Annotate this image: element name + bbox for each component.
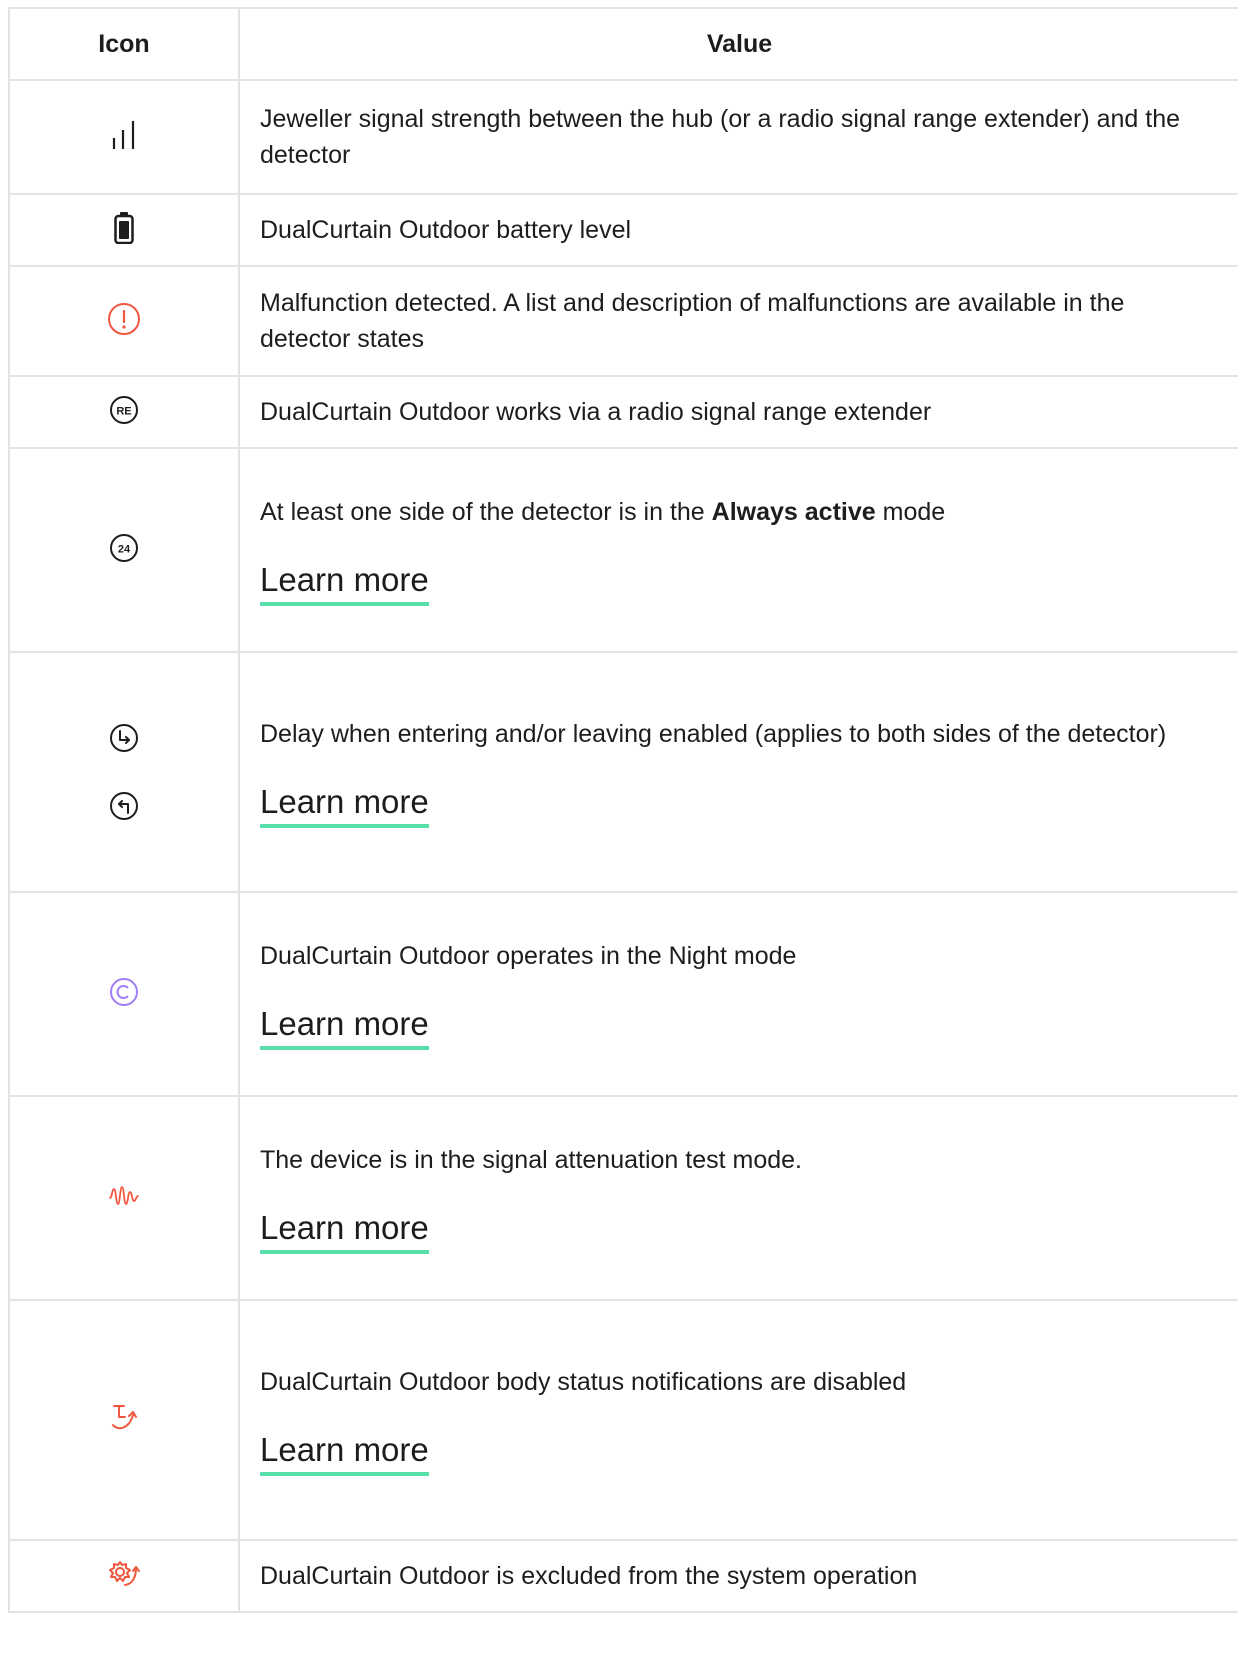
range-extender-icon-label: RE (116, 405, 131, 417)
table-row: Malfunction detected. A list and descrip… (8, 265, 1238, 377)
table-row: 24 At least one side of the detector is … (8, 447, 1238, 653)
row-description: At least one side of the detector is in … (260, 494, 1219, 530)
icon-cell (8, 79, 240, 195)
malfunction-icon (107, 302, 141, 336)
icon-cell (8, 1095, 240, 1301)
always-active-icon: 24 (109, 533, 139, 563)
learn-more-link[interactable]: Learn more (260, 782, 429, 828)
value-cell: DualCurtain Outdoor body status notifica… (238, 1299, 1238, 1541)
row-description: DualCurtain Outdoor battery level (260, 216, 632, 244)
signal-strength-icon (111, 120, 137, 150)
row-description: Delay when entering and/or leaving enabl… (260, 720, 1167, 748)
row-description: Jeweller signal strength between the hub… (260, 105, 1181, 169)
icons-table: Icon Value Jeweller signal strength betw… (8, 7, 1238, 1613)
table-row: DualCurtain Outdoor operates in the Nigh… (8, 891, 1238, 1097)
value-cell: The device is in the signal attenuation … (238, 1095, 1238, 1301)
always-active-mode-label: Always active (711, 498, 876, 526)
description-text: mode (875, 498, 946, 526)
value-cell: DualCurtain Outdoor operates in the Nigh… (238, 891, 1238, 1097)
row-description: Malfunction detected. A list and descrip… (260, 289, 1125, 353)
always-active-icon-label: 24 (118, 543, 131, 555)
learn-more-link[interactable]: Learn more (260, 1208, 429, 1254)
entry-delay-icon (109, 723, 139, 753)
learn-more-link[interactable]: Learn more (260, 1430, 429, 1476)
table-row: DualCurtain Outdoor battery level (8, 193, 1238, 267)
value-cell: Malfunction detected. A list and descrip… (238, 265, 1238, 377)
night-mode-icon (109, 977, 139, 1007)
value-cell: Delay when entering and/or leaving enabl… (238, 651, 1238, 893)
row-description: DualCurtain Outdoor works via a radio si… (260, 398, 932, 426)
exit-delay-icon (109, 791, 139, 821)
learn-more-link[interactable]: Learn more (260, 1004, 429, 1050)
icon-cell (8, 193, 240, 267)
learn-more-link[interactable]: Learn more (260, 560, 429, 606)
body-status-disabled-icon (109, 1403, 139, 1433)
battery-icon (114, 211, 134, 244)
icon-cell: 24 (8, 447, 240, 653)
value-cell: DualCurtain Outdoor works via a radio si… (238, 375, 1238, 449)
entry-exit-delay-icons (10, 723, 238, 821)
row-description: DualCurtain Outdoor is excluded from the… (260, 1562, 918, 1590)
description-text: At least one side of the detector is in … (260, 498, 712, 526)
value-cell: DualCurtain Outdoor is excluded from the… (238, 1539, 1238, 1613)
table-header-row: Icon Value (8, 7, 1238, 81)
value-column-header: Value (238, 7, 1238, 81)
row-description: DualCurtain Outdoor operates in the Nigh… (260, 942, 797, 970)
excluded-from-system-icon (107, 1559, 141, 1589)
table-row: DualCurtain Outdoor is excluded from the… (8, 1539, 1238, 1613)
icon-column-header: Icon (8, 7, 240, 81)
icon-cell (8, 651, 240, 893)
row-description: DualCurtain Outdoor body status notifica… (260, 1368, 907, 1396)
icon-cell (8, 265, 240, 377)
icon-cell (8, 1299, 240, 1541)
attenuation-test-icon (109, 1184, 139, 1208)
row-description: The device is in the signal attenuation … (260, 1146, 802, 1174)
value-cell: Jeweller signal strength between the hub… (238, 79, 1238, 195)
icon-cell (8, 1539, 240, 1613)
table-row: RE DualCurtain Outdoor works via a radio… (8, 375, 1238, 449)
table-row: The device is in the signal attenuation … (8, 1095, 1238, 1301)
table-row: Jeweller signal strength between the hub… (8, 79, 1238, 195)
value-cell: DualCurtain Outdoor battery level (238, 193, 1238, 267)
icon-cell (8, 891, 240, 1097)
table-row: DualCurtain Outdoor body status notifica… (8, 1299, 1238, 1541)
range-extender-icon: RE (109, 395, 139, 425)
value-cell: At least one side of the detector is in … (238, 447, 1238, 653)
icon-cell: RE (8, 375, 240, 449)
table-row: Delay when entering and/or leaving enabl… (8, 651, 1238, 893)
